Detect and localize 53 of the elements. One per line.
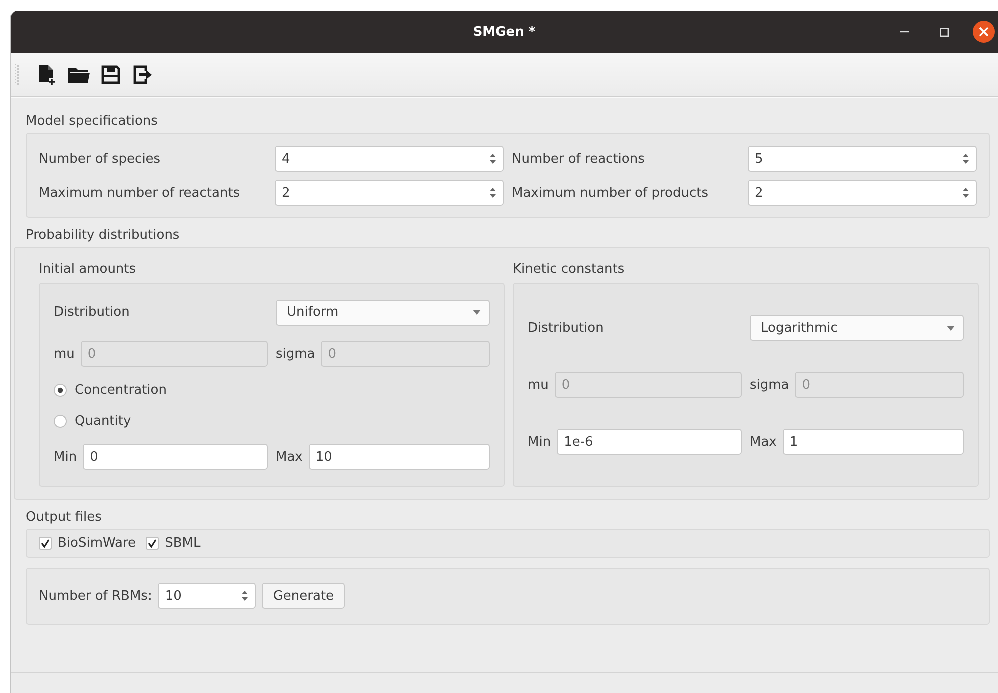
spin-box[interactable]: 2 [275,180,504,206]
input-field[interactable]: 10 [308,444,490,470]
field-label: sigma [276,346,316,362]
panel-title: Initial amounts [39,262,136,277]
caret-icon [473,310,481,316]
folder-icon [68,66,90,82]
distribution-dropdown[interactable]: Logarithmic [750,315,964,341]
exit-icon [133,64,153,84]
spin-arrows-icon[interactable] [489,186,497,200]
minimize-icon [900,31,908,33]
spin-arrows-icon[interactable] [241,589,250,603]
distribution-dropdown[interactable]: Uniform [276,300,490,326]
panel-title: Kinetic constants [513,262,625,277]
spin-box[interactable]: 4 [275,146,504,172]
caret-icon [947,326,955,330]
spin-box[interactable]: 2 [748,180,977,206]
field-label: Maximum number of products [512,186,710,200]
section-title: Probability distributions [26,228,180,243]
section-title: Output files [26,510,102,525]
spin-arrows-icon[interactable] [489,152,497,166]
field-label: Distribution [528,320,604,336]
toolbar-handle[interactable] [15,64,19,86]
field-label: mu [54,346,76,362]
field-label: Max [276,450,304,465]
input-field[interactable]: 1e-6 [557,429,742,455]
input-field[interactable]: 0 [83,444,268,470]
spin-arrows-icon[interactable] [962,152,970,166]
field-label: Min [528,434,552,450]
spin-box[interactable]: 10 [158,583,256,609]
field-label: sigma [750,378,790,392]
input-field[interactable]: 1 [782,429,964,455]
field-label: Number of species [39,152,162,166]
new-file-icon [38,64,56,86]
checkbox-option[interactable]: BioSimWare [39,536,136,551]
radio-option[interactable]: Quantity [54,414,132,429]
radio-option[interactable]: Concentration [54,382,167,398]
spin-box[interactable]: 5 [748,146,977,172]
field-label: Distribution [54,305,130,320]
section-title: Model specifications [26,114,158,129]
close-button[interactable] [972,20,996,44]
checkbox-option[interactable]: SBML [146,536,201,551]
maximize-icon [940,28,948,36]
field-label: Number of reactions [512,152,646,166]
close-icon [973,21,995,43]
generate-button[interactable]: Generate [262,583,346,609]
window-title: SMGen * [473,24,536,40]
spin-arrows-icon[interactable] [962,186,970,200]
field-label: Number of RBMs: [39,588,152,604]
save-icon [101,64,121,84]
field-label: Maximum number of reactants [39,186,242,200]
field-label: Min [54,450,78,465]
field-label: Max [750,434,778,450]
field-label: mu [528,378,550,392]
